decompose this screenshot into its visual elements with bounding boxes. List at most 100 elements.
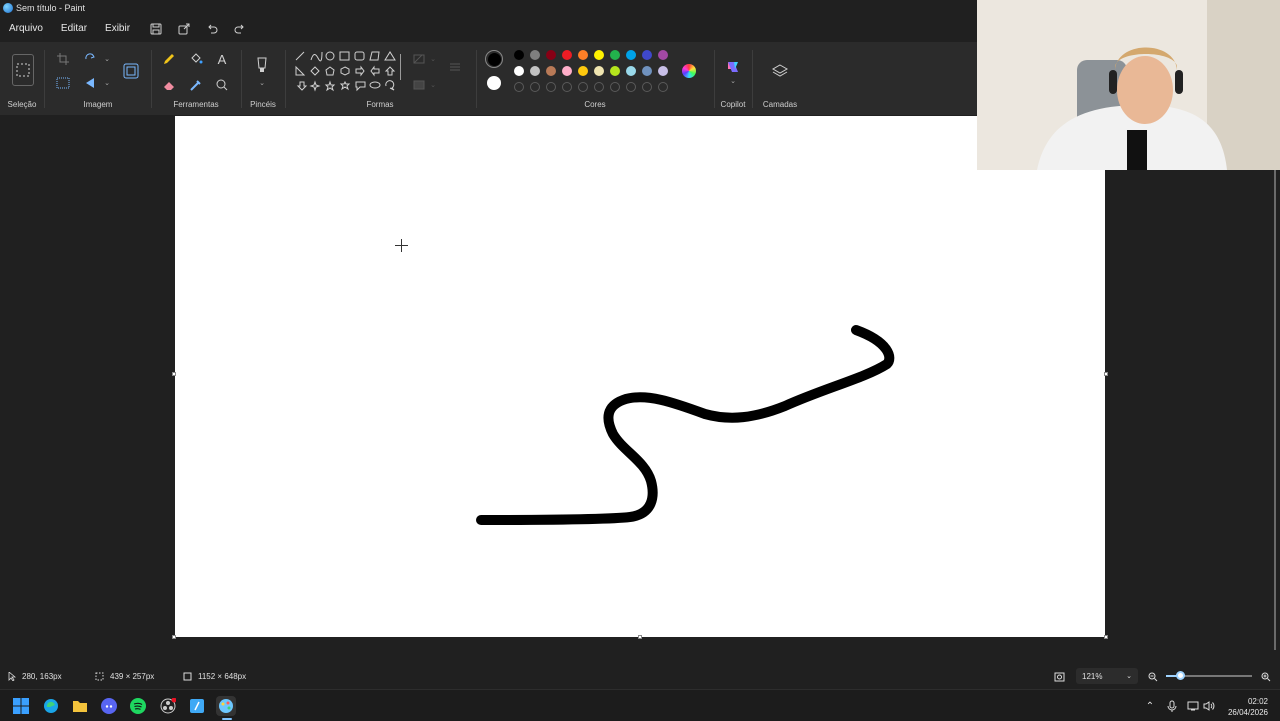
color-swatch[interactable] bbox=[546, 50, 556, 60]
canvas-size-icon bbox=[183, 672, 192, 681]
zoom-in-icon[interactable] bbox=[1261, 672, 1271, 682]
secondary-color-button[interactable] bbox=[487, 76, 501, 90]
brush-icon[interactable] bbox=[253, 56, 271, 74]
size-icon[interactable] bbox=[446, 58, 464, 76]
zoom-slider[interactable] bbox=[1166, 671, 1252, 680]
zoom-dropdown[interactable]: 121% ⌄ bbox=[1076, 668, 1138, 684]
clock-date: 26/04/2026 bbox=[1227, 708, 1268, 717]
custom-color-slot[interactable] bbox=[610, 82, 620, 92]
fill-dropdown-chevron-icon[interactable]: ⌄ bbox=[424, 76, 442, 94]
save-icon[interactable] bbox=[145, 18, 167, 40]
custom-color-slot[interactable] bbox=[514, 82, 524, 92]
canvas-resize-handle-bottom-right[interactable] bbox=[1104, 635, 1108, 639]
flip-dropdown-chevron-icon[interactable]: ⌄ bbox=[98, 74, 116, 92]
windows-start-icon[interactable] bbox=[11, 696, 31, 716]
obs-studio-icon[interactable] bbox=[158, 696, 178, 716]
color-swatch[interactable] bbox=[642, 50, 652, 60]
canvas-size-text: 1152 × 648px bbox=[198, 672, 247, 681]
selection-tool-button[interactable] bbox=[12, 54, 34, 86]
drawing-canvas[interactable] bbox=[175, 116, 1105, 637]
spotify-icon[interactable] bbox=[128, 696, 148, 716]
crosshair-cursor-icon bbox=[395, 239, 408, 252]
selection-size-icon bbox=[95, 672, 104, 681]
image-label: Imagem bbox=[83, 100, 113, 109]
custom-color-slot[interactable] bbox=[658, 82, 668, 92]
zoom-out-icon[interactable] bbox=[1148, 672, 1158, 682]
text-tool-icon[interactable]: A bbox=[213, 50, 231, 68]
windows-taskbar: ⌃ 02:02 26/04/2026 bbox=[0, 689, 1280, 721]
edge-browser-icon[interactable] bbox=[41, 696, 61, 716]
vertical-scrollbar[interactable] bbox=[1272, 170, 1277, 660]
color-picker-icon[interactable] bbox=[187, 76, 205, 94]
fill-bucket-icon[interactable] bbox=[187, 50, 205, 68]
copilot-label: Copilot bbox=[720, 100, 746, 109]
color-swatch[interactable] bbox=[530, 50, 540, 60]
zoom-slider-thumb[interactable] bbox=[1176, 671, 1185, 680]
shapes-gallery[interactable] bbox=[294, 50, 406, 100]
custom-color-slot[interactable] bbox=[594, 82, 604, 92]
brushes-label: Pincéis bbox=[250, 100, 276, 109]
custom-color-slot[interactable] bbox=[562, 82, 572, 92]
redo-icon[interactable] bbox=[229, 18, 251, 40]
paint-taskbar-icon[interactable] bbox=[216, 696, 236, 716]
selection-label: Seleção bbox=[7, 100, 37, 109]
pencil-icon[interactable] bbox=[160, 50, 178, 68]
color-swatch[interactable] bbox=[626, 50, 636, 60]
menu-view[interactable]: Exibir bbox=[96, 16, 139, 42]
color-swatch[interactable] bbox=[658, 66, 668, 76]
copilot-dropdown-chevron-icon[interactable]: ⌄ bbox=[724, 72, 742, 90]
custom-color-slot[interactable] bbox=[578, 82, 588, 92]
remove-background-icon[interactable] bbox=[54, 74, 72, 92]
color-swatch[interactable] bbox=[594, 50, 604, 60]
canvas-resize-handle-right[interactable] bbox=[1104, 372, 1108, 376]
color-swatch[interactable] bbox=[546, 66, 556, 76]
share-icon[interactable] bbox=[173, 18, 195, 40]
file-explorer-icon[interactable] bbox=[70, 696, 90, 716]
custom-color-slot[interactable] bbox=[546, 82, 556, 92]
custom-color-slot[interactable] bbox=[626, 82, 636, 92]
magnifier-icon[interactable] bbox=[213, 76, 231, 94]
rotate-dropdown-chevron-icon[interactable]: ⌄ bbox=[98, 50, 116, 68]
notes-app-icon[interactable] bbox=[187, 696, 207, 716]
canvas-resize-handle-left[interactable] bbox=[172, 372, 176, 376]
scrollbar-thumb[interactable] bbox=[1274, 170, 1276, 650]
color-swatch[interactable] bbox=[514, 66, 524, 76]
crop-icon[interactable] bbox=[54, 50, 72, 68]
menu-file[interactable]: Arquivo bbox=[0, 16, 52, 42]
color-swatch[interactable] bbox=[626, 66, 636, 76]
menu-edit[interactable]: Editar bbox=[52, 16, 96, 42]
canvas-resize-handle-bottom-left[interactable] bbox=[172, 635, 176, 639]
color-swatch[interactable] bbox=[578, 50, 588, 60]
color-swatch[interactable] bbox=[594, 66, 604, 76]
layers-icon[interactable] bbox=[771, 62, 789, 80]
color-swatch[interactable] bbox=[658, 50, 668, 60]
custom-color-slot[interactable] bbox=[642, 82, 652, 92]
shapes-scroll-indicator[interactable] bbox=[400, 54, 401, 80]
custom-color-slot[interactable] bbox=[530, 82, 540, 92]
microphone-icon[interactable] bbox=[1162, 696, 1182, 716]
show-hidden-icons-chevron-icon[interactable]: ⌃ bbox=[1140, 696, 1160, 716]
brush-dropdown-chevron-icon[interactable]: ⌄ bbox=[253, 74, 271, 92]
color-swatch[interactable] bbox=[610, 66, 620, 76]
edit-colors-icon[interactable] bbox=[682, 64, 696, 78]
volume-icon[interactable] bbox=[1199, 696, 1219, 716]
fit-to-window-icon[interactable] bbox=[1054, 672, 1065, 682]
status-bar: 280, 163px 439 × 257px 1152 × 648px 121%… bbox=[0, 663, 1280, 689]
color-swatch[interactable] bbox=[642, 66, 652, 76]
color-swatch[interactable] bbox=[514, 50, 524, 60]
paint-app-icon bbox=[3, 3, 13, 13]
undo-icon[interactable] bbox=[201, 18, 223, 40]
primary-color-button[interactable] bbox=[485, 50, 503, 68]
discord-icon[interactable] bbox=[99, 696, 119, 716]
color-swatch[interactable] bbox=[530, 66, 540, 76]
menu-bar: Arquivo Editar Exibir bbox=[0, 16, 980, 42]
resize-icon[interactable] bbox=[122, 62, 140, 80]
eraser-icon[interactable] bbox=[160, 76, 178, 94]
system-clock[interactable]: 02:02 26/04/2026 bbox=[1228, 696, 1268, 718]
color-swatch[interactable] bbox=[610, 50, 620, 60]
color-swatch[interactable] bbox=[562, 50, 572, 60]
color-swatch[interactable] bbox=[578, 66, 588, 76]
outline-dropdown-chevron-icon[interactable]: ⌄ bbox=[424, 50, 442, 68]
canvas-resize-handle-bottom[interactable] bbox=[638, 635, 642, 639]
color-swatch[interactable] bbox=[562, 66, 572, 76]
